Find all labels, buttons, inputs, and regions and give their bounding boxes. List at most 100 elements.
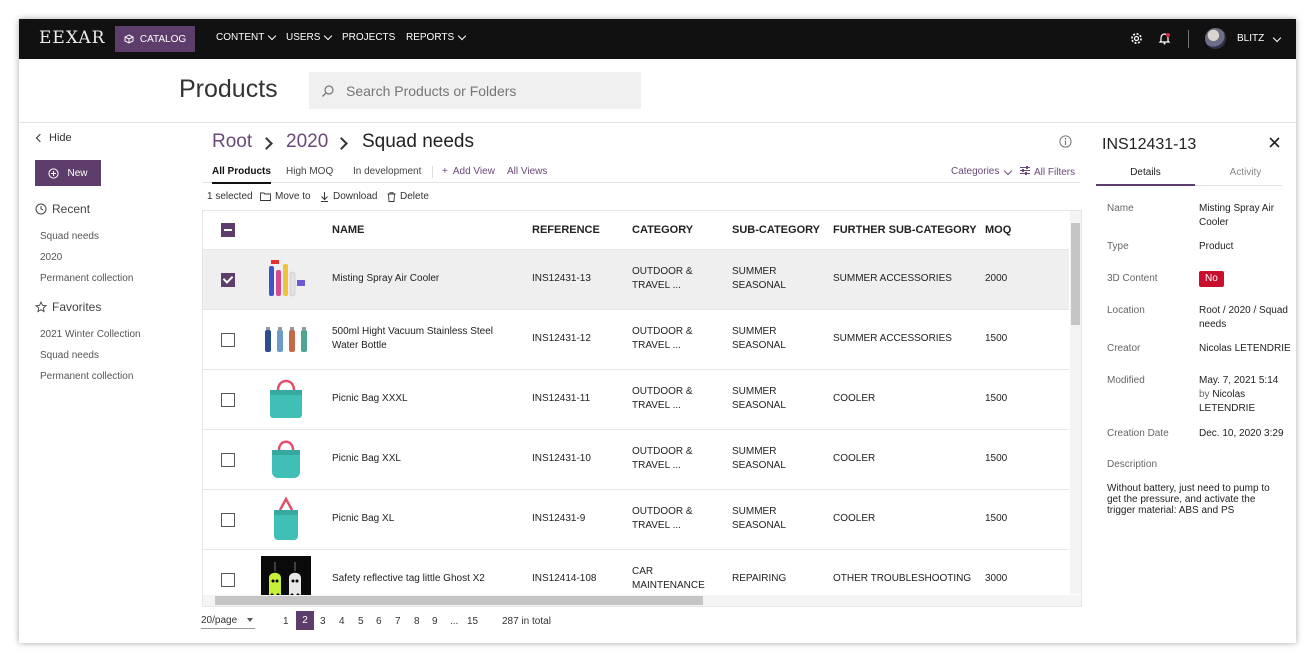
page-8[interactable]: 8 <box>414 616 420 627</box>
detail-3d-content-value: No <box>1199 271 1291 287</box>
product-name[interactable]: Picnic Bag XXXL <box>332 392 408 406</box>
product-name[interactable]: Safety reflective tag little Ghost X2 <box>332 572 485 586</box>
page-4[interactable]: 4 <box>339 616 345 627</box>
table-row[interactable]: Misting Spray Air Cooler INS12431-13 OUT… <box>203 250 1069 310</box>
nav-reports[interactable]: REPORTS <box>406 31 467 43</box>
detail-location-value: Root / 2020 / Squad needs <box>1199 305 1288 330</box>
row-checkbox[interactable] <box>221 393 235 407</box>
page-1[interactable]: 1 <box>283 616 289 627</box>
detail-creation-date-value: Dec. 10, 2020 3:29 <box>1199 428 1284 439</box>
column-header-reference[interactable]: REFERENCE <box>532 224 600 236</box>
row-checkbox[interactable] <box>221 513 235 527</box>
table-row[interactable]: Picnic Bag XL INS12431-9 OUTDOOR & TRAVEL… <box>203 490 1069 550</box>
tab-high-moq[interactable]: High MOQ <box>286 166 333 177</box>
bell-icon[interactable] <box>1158 32 1171 45</box>
download-button[interactable]: Download <box>320 191 377 202</box>
tab-in-development[interactable]: In development <box>353 166 421 177</box>
page-9[interactable]: 9 <box>432 616 438 627</box>
page-2[interactable]: 2 <box>296 611 314 630</box>
product-name-line: Water Bottle <box>332 340 387 351</box>
column-header-category[interactable]: CATEGORY <box>632 224 693 236</box>
new-button[interactable]: New <box>35 160 101 186</box>
product-thumbnail <box>269 260 305 297</box>
page-ellipsis[interactable]: ... <box>450 616 458 627</box>
favorite-item[interactable]: 2021 Winter Collection <box>40 329 141 340</box>
product-name[interactable]: 500ml Hight Vacuum Stainless Steel Water … <box>332 325 493 353</box>
favorite-item[interactable]: Squad needs <box>40 350 99 361</box>
table-row[interactable]: Picnic Bag XXL INS12431-10 OUTDOOR & TRAV… <box>203 430 1069 490</box>
tab-details[interactable]: Details <box>1096 167 1195 178</box>
category-line: TRAVEL ... <box>632 460 681 471</box>
all-views-link[interactable]: All Views <box>507 166 547 177</box>
column-header-name[interactable]: NAME <box>332 224 364 236</box>
horizontal-scrollbar[interactable] <box>203 595 1081 606</box>
breadcrumb-root[interactable]: Root <box>212 131 252 153</box>
username[interactable]: BLITZ <box>1237 33 1282 44</box>
filter-icon <box>1020 166 1030 175</box>
page-5[interactable]: 5 <box>358 616 364 627</box>
detail-description-value: Without battery, just need to pump to ge… <box>1107 483 1270 516</box>
all-filters-button[interactable]: All Filters <box>1020 166 1075 178</box>
close-icon[interactable] <box>1269 137 1280 148</box>
category-line: TRAVEL ... <box>632 400 681 411</box>
active-tab-indicator <box>1096 184 1195 186</box>
sub-category-line: SEASONAL <box>732 340 786 351</box>
nav-catalog[interactable]: CATALOG <box>115 26 195 52</box>
categories-dropdown[interactable]: Categories <box>951 166 1013 177</box>
per-page-select[interactable]: 20/page <box>201 615 255 629</box>
tab-activity[interactable]: Activity <box>1196 167 1295 178</box>
select-all-checkbox[interactable] <box>221 223 235 237</box>
row-checkbox[interactable] <box>221 453 235 467</box>
cube-icon <box>124 34 134 44</box>
tab-all-products[interactable]: All Products <box>212 166 271 184</box>
move-to-button[interactable]: Move to <box>260 191 311 202</box>
chevron-down-icon <box>1004 166 1013 176</box>
table-row[interactable]: Picnic Bag XXXL INS12431-11 OUTDOOR & TRA… <box>203 370 1069 430</box>
category-line: OUTDOOR & <box>632 386 693 397</box>
delete-label: Delete <box>400 191 429 202</box>
row-checkbox[interactable] <box>221 333 235 347</box>
product-name[interactable]: Picnic Bag XL <box>332 512 394 526</box>
page-6[interactable]: 6 <box>376 616 382 627</box>
avatar[interactable] <box>1205 28 1226 49</box>
views-bar: All Products High MOQ In development + Ad… <box>202 162 1080 184</box>
row-checkbox[interactable] <box>221 273 235 287</box>
logo[interactable]: EEXAR <box>39 28 105 48</box>
detail-name-value: Misting Spray Air Cooler <box>1199 203 1275 228</box>
search-bar[interactable] <box>309 72 641 109</box>
column-header-sub-category[interactable]: SUB-CATEGORY <box>732 224 820 236</box>
column-header-moq[interactable]: MOQ <box>985 224 1011 236</box>
product-further-sub-category: COOLER <box>833 393 876 404</box>
product-moq: 2000 <box>985 273 1008 284</box>
nav-projects[interactable]: PROJECTS <box>342 32 395 43</box>
page-15[interactable]: 15 <box>467 616 478 627</box>
page-3[interactable]: 3 <box>320 616 326 627</box>
detail-description-label: Description <box>1107 459 1158 470</box>
row-checkbox[interactable] <box>221 573 235 587</box>
product-name[interactable]: Picnic Bag XXL <box>332 452 401 466</box>
recent-item[interactable]: 2020 <box>40 252 62 263</box>
favorite-item[interactable]: Permanent collection <box>40 371 133 382</box>
page-7[interactable]: 7 <box>395 616 401 627</box>
delete-button[interactable]: Delete <box>387 191 429 202</box>
product-reference: INS12431-10 <box>532 453 591 464</box>
nav-content[interactable]: CONTENT <box>216 31 277 43</box>
vertical-scrollbar[interactable] <box>1070 211 1081 594</box>
recent-item[interactable]: Squad needs <box>40 231 99 242</box>
vertical-scroll-thumb[interactable] <box>1071 223 1080 325</box>
search-input[interactable] <box>344 81 628 100</box>
recent-item[interactable]: Permanent collection <box>40 273 133 284</box>
nav-users[interactable]: USERS <box>286 31 333 43</box>
add-view-button[interactable]: + Add View <box>442 166 495 177</box>
recent-title: Recent <box>52 202 91 216</box>
horizontal-scroll-thumb[interactable] <box>215 596 703 605</box>
clock-icon <box>35 203 47 215</box>
table-row[interactable]: 500ml Hight Vacuum Stainless Steel Water … <box>203 310 1069 370</box>
gear-icon[interactable] <box>1130 32 1143 45</box>
info-icon[interactable] <box>1059 135 1072 148</box>
breadcrumb-2020[interactable]: 2020 <box>286 131 328 153</box>
product-name[interactable]: Misting Spray Air Cooler <box>332 272 439 286</box>
detail-creator-value: Nicolas LETENDRIE <box>1199 343 1291 354</box>
column-header-further-sub-category[interactable]: FURTHER SUB-CATEGORY <box>833 224 977 236</box>
hide-sidebar-button[interactable]: Hide <box>35 132 72 144</box>
